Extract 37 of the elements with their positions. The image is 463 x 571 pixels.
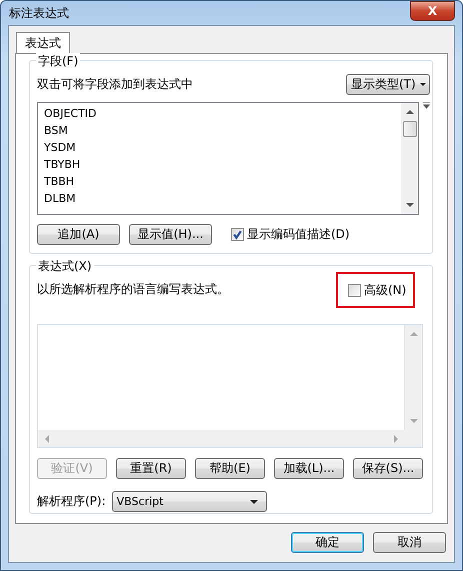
expression-field[interactable] <box>37 324 423 448</box>
scroll-left-icon[interactable] <box>45 434 49 442</box>
check-icon <box>232 229 243 240</box>
checkbox[interactable]: 高级(N) <box>348 282 406 298</box>
list-item[interactable]: DLBM <box>44 190 401 207</box>
list-item[interactable]: YSDM <box>44 139 401 156</box>
button[interactable]: 取消 <box>373 532 446 553</box>
field-label: 解析程序(P): <box>37 493 106 510</box>
list-item[interactable]: TBBH <box>44 173 401 190</box>
button[interactable]: 保存(S)... <box>353 458 423 479</box>
sort-icon[interactable] <box>423 102 430 109</box>
caret-icon <box>250 500 258 504</box>
button[interactable]: 确定 <box>291 532 364 553</box>
list-item[interactable]: TBYBH <box>44 156 401 173</box>
button[interactable]: 显示值(H)... <box>129 224 212 245</box>
hint-text: 双击可将字段添加到表达式中 <box>37 76 193 92</box>
scroll-right-icon[interactable] <box>394 434 398 442</box>
scroll-down-icon[interactable] <box>406 203 414 207</box>
scrollbar[interactable] <box>401 103 418 214</box>
dropdown-button[interactable]: 显示类型(T) <box>346 74 430 94</box>
parser-dropdown[interactable]: VBScript <box>112 491 267 512</box>
group-title: 字段(F) <box>36 53 80 70</box>
button[interactable]: 追加(A) <box>37 224 120 245</box>
scroll-up-icon[interactable] <box>406 110 414 114</box>
caret-icon <box>420 82 426 86</box>
button[interactable]: 加载(L)... <box>274 458 344 479</box>
checkbox[interactable]: 显示编码值描述(D) <box>231 226 350 243</box>
button[interactable]: 重置(R) <box>116 458 186 479</box>
group-title: 表达式(X) <box>36 258 94 275</box>
button[interactable]: 帮助(E) <box>195 458 265 479</box>
window-title: 标注表达式 <box>8 4 69 22</box>
tab[interactable]: 表达式 <box>16 32 70 53</box>
list-item[interactable]: OBJECTID <box>44 105 401 122</box>
close-button[interactable]: X <box>410 0 455 20</box>
scroll-thumb[interactable] <box>402 121 416 137</box>
hint-text: 以所选解析程序的语言编写表达式。 <box>37 281 229 298</box>
list-item[interactable]: BSM <box>44 122 401 139</box>
